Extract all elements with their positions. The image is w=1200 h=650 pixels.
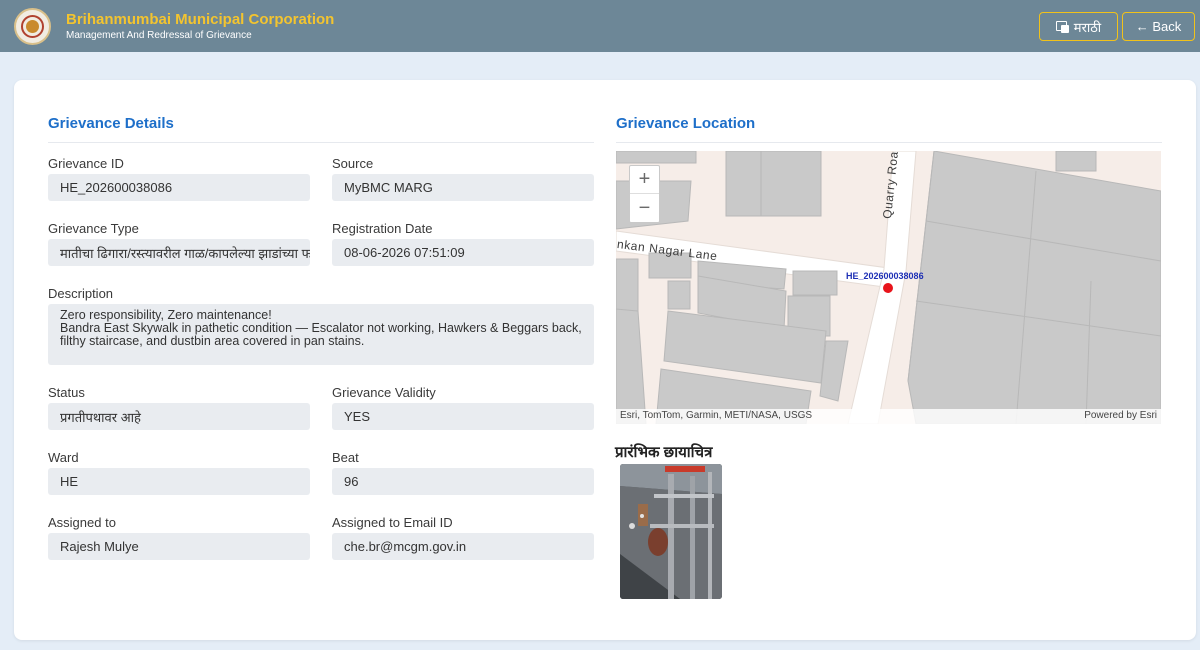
source-field: MyBMC MARG bbox=[332, 174, 594, 201]
app-title: Brihanmumbai Municipal Corporation bbox=[66, 11, 335, 28]
language-button-label: मराठी bbox=[1073, 19, 1102, 35]
assigned-to-field: Rajesh Mulye bbox=[48, 533, 310, 560]
registration-date-label: Registration Date bbox=[332, 221, 433, 236]
registration-date-field: 08-06-2026 07:51:09 bbox=[332, 239, 594, 266]
location-divider bbox=[616, 142, 1162, 143]
app-header: Brihanmumbai Municipal Corporation Manag… bbox=[0, 0, 1200, 52]
map-attribution: Esri, TomTom, Garmin, METI/NASA, USGS bbox=[620, 410, 813, 421]
description-field: Zero responsibility, Zero maintenance! B… bbox=[48, 304, 594, 365]
app-subtitle: Management And Redressal of Grievance bbox=[66, 30, 252, 41]
beat-label: Beat bbox=[332, 450, 359, 465]
back-button-label: ← Back bbox=[1135, 19, 1182, 34]
ward-label: Ward bbox=[48, 450, 79, 465]
map-zoom-control: + − bbox=[629, 165, 660, 223]
grievance-location-heading: Grievance Location bbox=[616, 115, 756, 132]
status-label: Status bbox=[48, 385, 85, 400]
zoom-out-button[interactable]: − bbox=[630, 194, 659, 222]
assigned-to-label: Assigned to bbox=[48, 515, 116, 530]
grievance-id-field: HE_202600038086 bbox=[48, 174, 310, 201]
zoom-in-button[interactable]: + bbox=[630, 166, 659, 194]
grievance-photo-thumbnail[interactable] bbox=[620, 464, 722, 599]
language-toggle-button[interactable]: मराठी bbox=[1039, 12, 1118, 41]
grievance-details-heading: Grievance Details bbox=[48, 115, 174, 132]
grievance-id-label: Grievance ID bbox=[48, 156, 124, 171]
grievance-type-field: मातीचा ढिगारा/रस्त्यावरील गाळ/कापलेल्या … bbox=[48, 239, 310, 266]
bmc-logo-icon bbox=[14, 8, 51, 45]
beat-field: 96 bbox=[332, 468, 594, 495]
description-label: Description bbox=[48, 286, 114, 301]
status-field: प्रगतीपथावर आहे bbox=[48, 403, 310, 430]
assigned-email-label: Assigned to Email ID bbox=[332, 515, 453, 530]
grievance-type-label: Grievance Type bbox=[48, 221, 139, 236]
map-attribution-bar: Esri, TomTom, Garmin, METI/NASA, USGS Po… bbox=[616, 409, 1161, 424]
ward-field: HE bbox=[48, 468, 310, 495]
assigned-email-field: che.br@mcgm.gov.in bbox=[332, 533, 594, 560]
validity-field: YES bbox=[332, 403, 594, 430]
initial-photo-heading: प्रारंभिक छायाचित्र bbox=[615, 444, 713, 461]
source-label: Source bbox=[332, 156, 374, 171]
translate-icon bbox=[1055, 20, 1070, 33]
map-marker-label: HE_202600038086 bbox=[846, 271, 924, 281]
location-pin-icon[interactable] bbox=[883, 283, 893, 293]
details-divider bbox=[48, 142, 594, 143]
powered-by-esri-link[interactable]: Powered by Esri bbox=[1084, 410, 1157, 421]
photo-image bbox=[620, 464, 722, 599]
validity-label: Grievance Validity bbox=[332, 385, 436, 400]
back-button[interactable]: ← Back bbox=[1122, 12, 1195, 41]
